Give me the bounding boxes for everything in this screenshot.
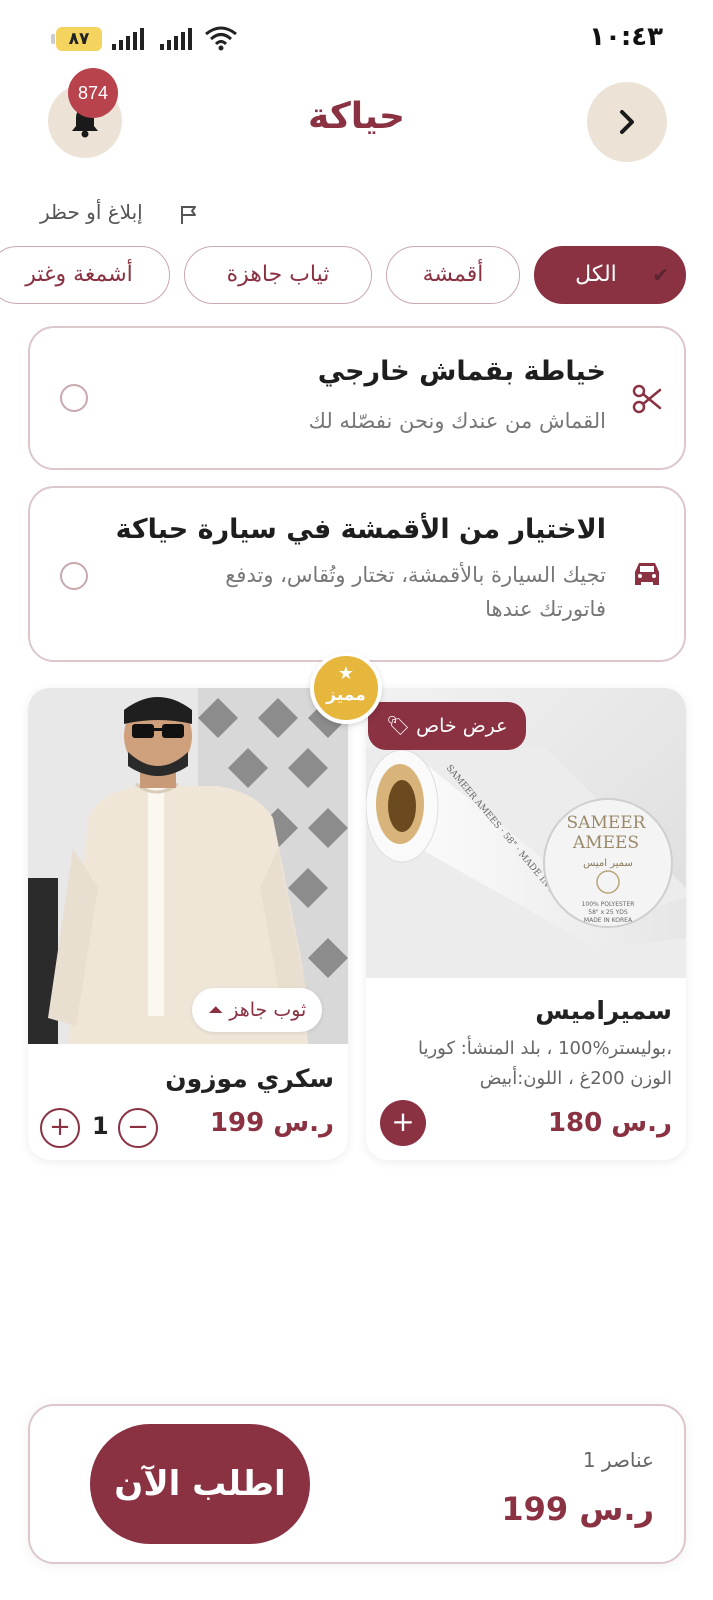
back-button[interactable]: [587, 82, 667, 162]
brand-arabic: سمير اميس: [583, 858, 633, 869]
tab-shemaghs[interactable]: أشمغة وغتر: [0, 246, 170, 304]
featured-badge: ★ مميز: [310, 652, 382, 724]
product-price: 199 ر.س: [209, 1108, 334, 1138]
star-icon: ★: [337, 663, 355, 684]
featured-label: مميز: [326, 685, 366, 705]
option-fabric-car[interactable]: الاختيار من الأقمشة في سيارة حياكة تجيك …: [28, 486, 686, 662]
quantity-value: 1: [92, 1112, 109, 1140]
status-bar: ٨٧ ١٠:٤٣: [0, 0, 713, 76]
option-title: خياطة بقماش خارجي: [317, 356, 606, 387]
product-desc-line2: الوزن 200غ ، اللون:أبيض: [479, 1068, 672, 1089]
signal-icon-2: [160, 28, 192, 50]
product-price: 180 ر.س: [547, 1108, 672, 1138]
product-card-fabric[interactable]: SAMEER AMEES · 58" · MADE IN KOREA SAMEE…: [366, 688, 686, 1160]
tag-icon: 🏷: [386, 715, 411, 737]
option-subtitle: القماش من عندك ونحن نفصّله لك: [308, 409, 606, 433]
signal-icon: [112, 28, 144, 50]
tab-all[interactable]: ✔ الكل: [534, 246, 686, 304]
option-radio[interactable]: [60, 562, 88, 590]
tab-shemaghs-label: أشمغة وغتر: [25, 262, 133, 287]
cart-summary-bar: اطلب الآن 1 عناصر 199 ر.س: [28, 1404, 686, 1564]
tab-fabrics[interactable]: أقمشة: [386, 246, 520, 304]
hanger-icon: ⏶: [208, 999, 224, 1021]
fabric-spec-3: MADE IN KOREA: [584, 917, 633, 924]
battery-indicator: ٨٧: [51, 27, 102, 51]
brand-line1: SAMEER: [567, 813, 647, 833]
option-title: الاختيار من الأقمشة في سيارة حياكة: [115, 514, 606, 545]
special-offer-tag: 🏷 عرض خاص: [368, 702, 526, 750]
option-subtitle-line2: فاتورتك عندها: [485, 597, 606, 621]
product-card-thobe[interactable]: ⏶ ثوب جاهز سكري موزون 199 ر.س + 1 −: [28, 688, 348, 1160]
tab-all-label: الكل: [575, 262, 617, 287]
flag-icon: [181, 206, 196, 224]
ready-thobe-tag: ⏶ ثوب جاهز: [192, 988, 323, 1032]
fabric-spec-2: 58" x 25 YDS: [588, 909, 628, 916]
brand-line2: AMEES: [572, 833, 639, 853]
special-offer-label: عرض خاص: [416, 715, 508, 737]
clock: ١٠:٤٣: [589, 22, 663, 52]
decrease-quantity-button[interactable]: −: [118, 1108, 158, 1148]
fabric-spec-1: 100% POLYESTER: [582, 901, 635, 908]
increase-quantity-button[interactable]: +: [40, 1108, 80, 1148]
cart-items-count: 1 عناصر: [582, 1448, 654, 1472]
wifi-icon: [205, 26, 237, 51]
option-external-fabric[interactable]: خياطة بقماش خارجي القماش من عندك ونحن نف…: [28, 326, 686, 470]
tab-ready-thobes[interactable]: ثياب جاهزة: [184, 246, 372, 304]
order-now-button[interactable]: اطلب الآن: [90, 1424, 310, 1544]
ready-thobe-label: ثوب جاهز: [229, 999, 307, 1021]
tab-ready-thobes-label: ثياب جاهزة: [226, 262, 330, 287]
check-icon: ✔: [652, 263, 669, 287]
tab-fabrics-label: أقمشة: [422, 262, 484, 287]
add-to-cart-button[interactable]: +: [380, 1100, 426, 1146]
report-or-block-link[interactable]: إبلاغ أو حظر: [0, 196, 713, 232]
scissors-icon: [632, 384, 662, 414]
product-name: سميراميس: [535, 996, 672, 1025]
report-label: إبلاغ أو حظر: [40, 200, 143, 224]
filter-tabs: ✔ الكل أقمشة ثياب جاهزة أشمغة وغتر: [0, 246, 713, 304]
option-radio[interactable]: [60, 384, 88, 412]
product-name: سكري موزون: [165, 1064, 334, 1093]
product-desc-line1: بوليستر%100 ، بلد المنشأ: كوريا،: [417, 1038, 672, 1059]
car-icon: [635, 563, 659, 585]
chevron-right-icon: [620, 110, 634, 134]
cart-total: 199 ر.س: [501, 1490, 654, 1528]
option-subtitle-line1: تجيك السيارة بالأقمشة، تختار وتُقاس، وتد…: [225, 563, 606, 587]
